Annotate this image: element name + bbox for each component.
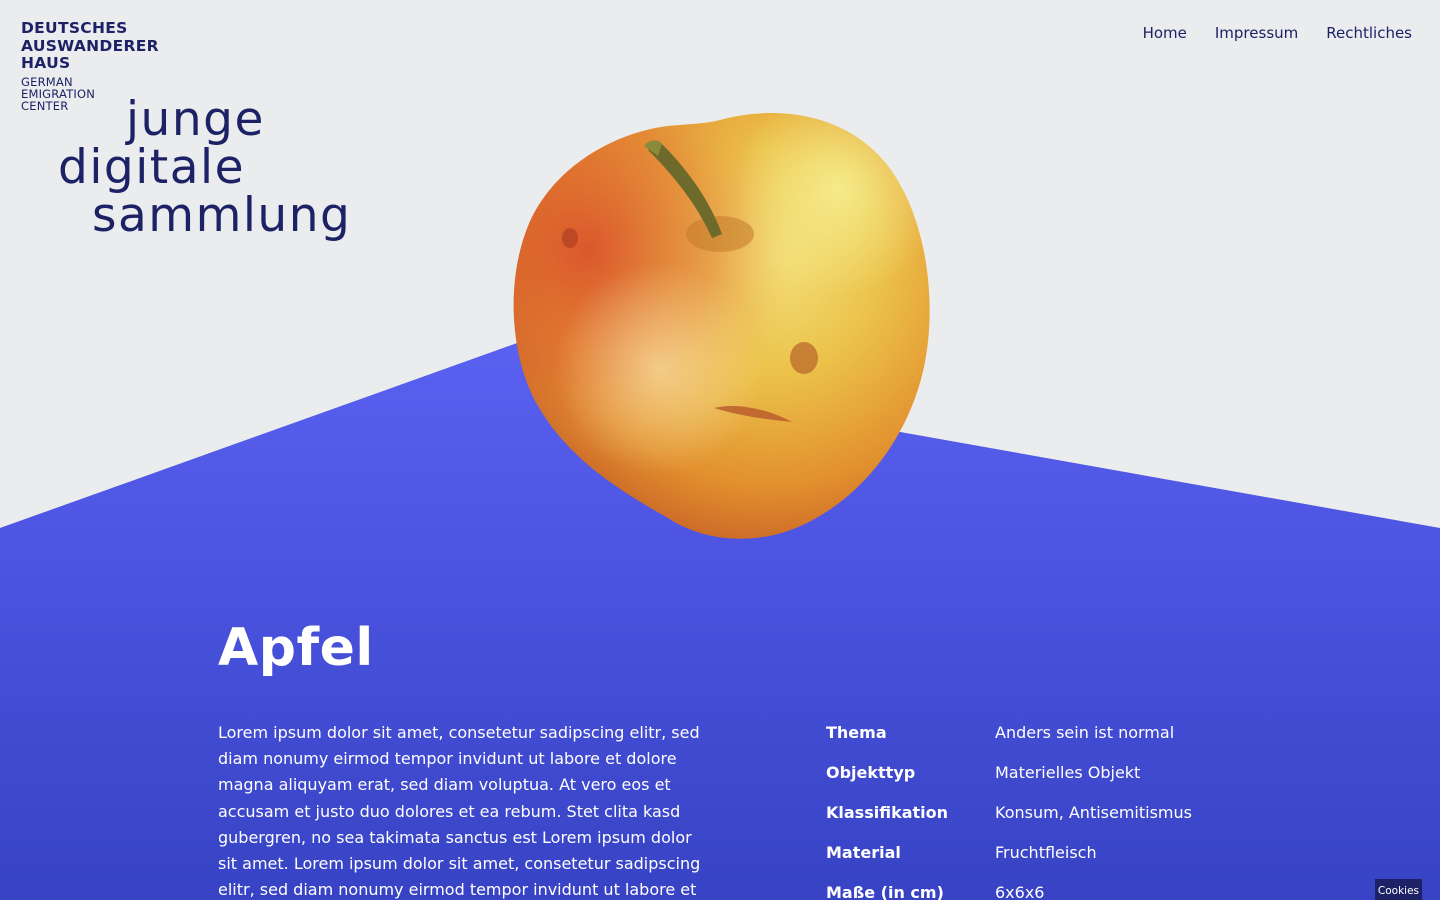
fact-row: Objekttyp Materielles Objekt (826, 760, 1246, 800)
fact-value: Fruchtfleisch (995, 843, 1097, 862)
fact-row: Material Fruchtfleisch (826, 840, 1246, 880)
fact-row: Maße (in cm) 6x6x6 (826, 880, 1246, 900)
fact-value: 6x6x6 (995, 883, 1045, 900)
nav-home-link[interactable]: Home (1143, 24, 1187, 42)
object-title: Apfel (218, 618, 374, 678)
wordmark-line-1: junge (126, 92, 265, 147)
wordmark-line-2: digitale (58, 140, 245, 195)
fact-value: Materielles Objekt (995, 763, 1141, 782)
fact-key: Material (826, 843, 901, 862)
fact-key: Maße (in cm) (826, 883, 944, 900)
nav-rechtliches-link[interactable]: Rechtliches (1326, 24, 1412, 42)
wordmark-line-3: sammlung (92, 188, 352, 243)
fact-key: Thema (826, 723, 887, 742)
object-description: Lorem ipsum dolor sit amet, consetetur s… (218, 723, 701, 900)
logo-title: DEUTSCHES AUSWANDERER HAUS (21, 19, 159, 72)
fact-value: Anders sein ist normal (995, 723, 1175, 742)
nav-impressum-link[interactable]: Impressum (1215, 24, 1298, 42)
fact-key: Objekttyp (826, 763, 916, 782)
fact-row: Klassifikation Konsum, Antisemitismus (826, 800, 1246, 840)
cookies-button[interactable]: Cookies (1374, 879, 1422, 900)
object-facts-table: Thema Anders sein ist normal Objekttyp M… (826, 720, 1246, 900)
main-navigation: Home Impressum Rechtliches (1143, 24, 1412, 42)
fact-row: Thema Anders sein ist normal (826, 720, 1246, 760)
fact-key: Klassifikation (826, 803, 949, 822)
fact-value: Konsum, Antisemitismus (995, 803, 1192, 822)
apple-3d-model[interactable] (508, 106, 932, 542)
